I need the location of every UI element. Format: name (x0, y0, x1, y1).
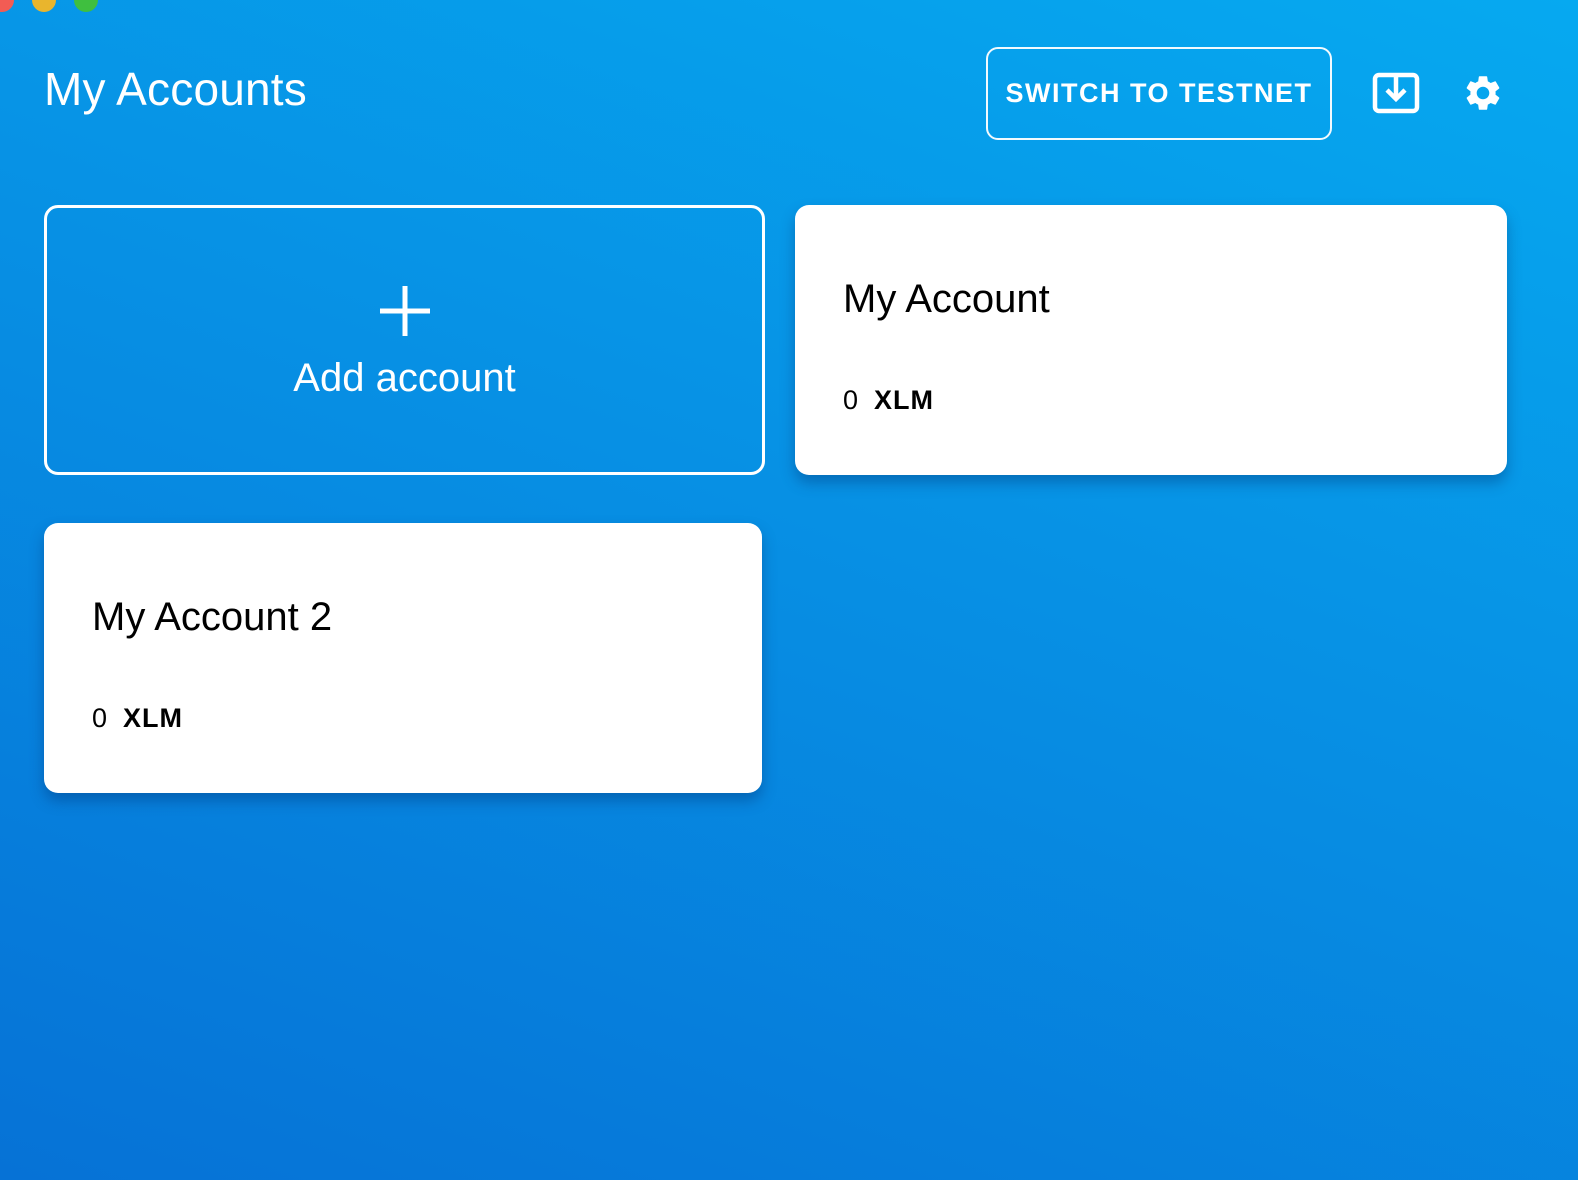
account-card-my-account-2[interactable]: My Account 2 0 XLM (44, 523, 762, 793)
balance-amount: 0 (843, 385, 859, 415)
window-minimize-button[interactable] (32, 0, 56, 12)
balance-amount: 0 (92, 703, 108, 733)
add-account-card[interactable]: Add account (44, 205, 765, 475)
account-name: My Account (843, 277, 1050, 321)
account-balance: 0 XLM (843, 385, 934, 416)
page-title: My Accounts (44, 63, 307, 115)
plus-icon (379, 285, 430, 336)
balance-asset-code: XLM (874, 385, 935, 415)
switch-to-testnet-button[interactable]: SWITCH TO TESTNET (986, 47, 1332, 140)
window-controls (0, 0, 98, 12)
download-icon (1372, 72, 1420, 114)
account-balance: 0 XLM (92, 703, 183, 734)
export-button[interactable] (1366, 63, 1426, 123)
settings-button[interactable] (1453, 63, 1513, 123)
account-name: My Account 2 (92, 595, 333, 639)
account-card-my-account[interactable]: My Account 0 XLM (795, 205, 1507, 475)
add-account-label: Add account (293, 355, 516, 400)
balance-asset-code: XLM (123, 703, 184, 733)
gear-icon (1466, 76, 1500, 110)
window-close-button[interactable] (0, 0, 14, 12)
window-zoom-button[interactable] (74, 0, 98, 12)
